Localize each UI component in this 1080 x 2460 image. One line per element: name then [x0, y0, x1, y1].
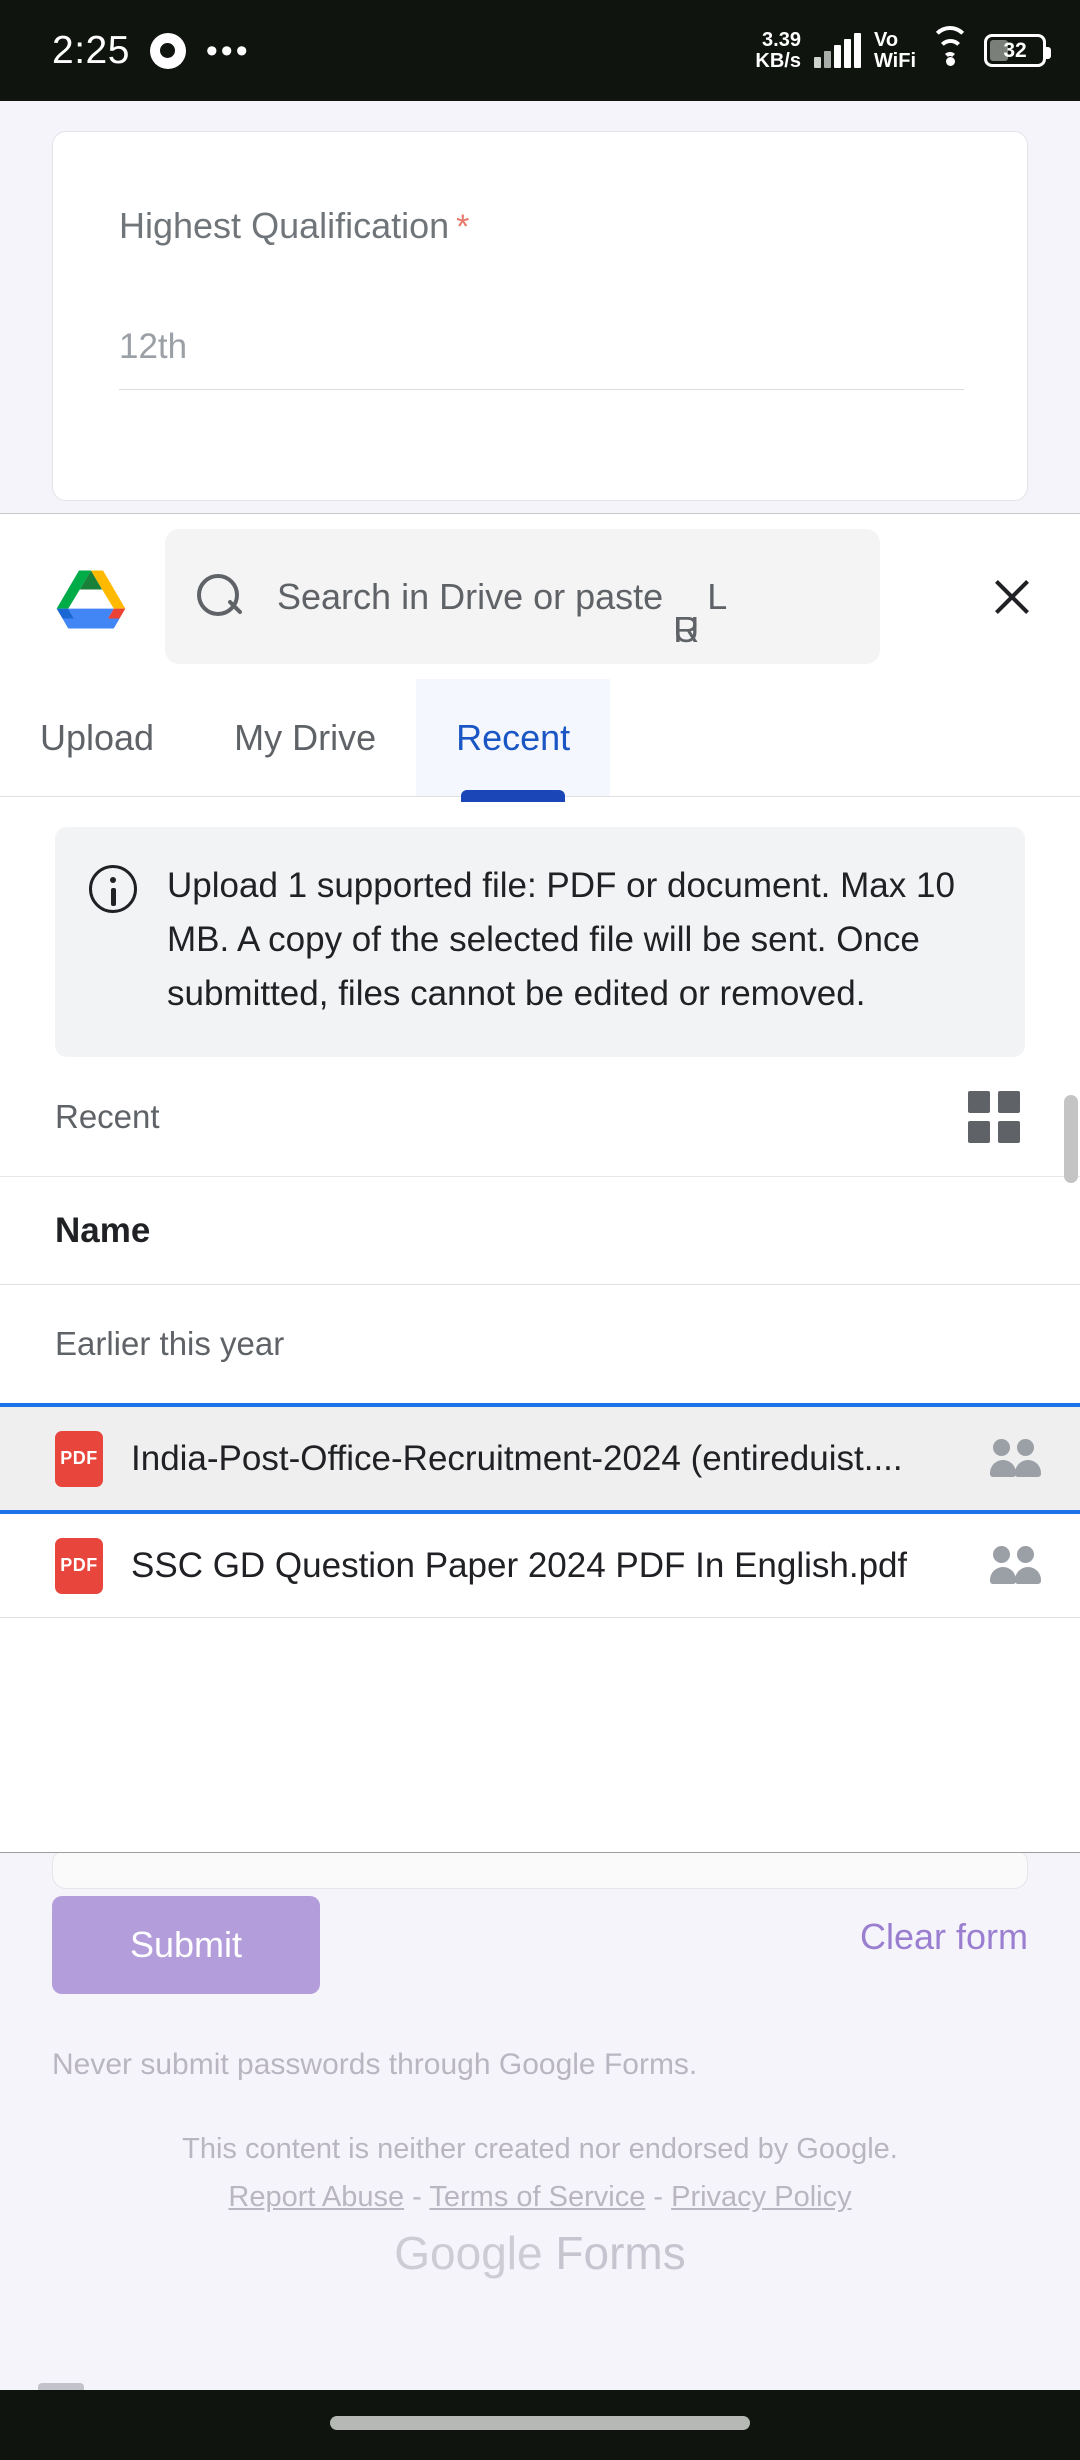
search-placeholder: Search in Drive or paste URL	[277, 575, 728, 650]
volte-wifi-icon: Vo WiFi	[873, 28, 916, 72]
network-speed-value: 3.39	[762, 28, 801, 51]
cellular-signal-icon	[813, 32, 861, 68]
tab-my-drive-label: My Drive	[234, 716, 377, 758]
required-asterisk: *	[456, 208, 470, 246]
file-name: India-Post-Office-Recruitment-2024 (enti…	[131, 1438, 903, 1478]
tab-upload[interactable]: Upload	[0, 679, 194, 796]
phone-screen: 2:25 ••• 3.39 KB/s Vo WiFi 32 Highest Qu…	[0, 0, 1080, 2460]
privacy-policy-link[interactable]: Privacy Policy	[671, 2181, 852, 2213]
picker-header: Search in Drive or paste URL	[0, 514, 1080, 679]
info-icon	[89, 865, 137, 913]
logo-google-text: Google	[394, 2227, 543, 2279]
upload-info-text: Upload 1 supported file: PDF or document…	[167, 866, 955, 1013]
column-header-name-label: Name	[55, 1210, 151, 1250]
file-row[interactable]: PDF SSC GD Question Paper 2024 PDF In En…	[0, 1514, 1080, 1617]
question-card: Highest Qualification * 12th	[52, 131, 1028, 501]
battery-icon: 32	[984, 34, 1051, 67]
pdf-icon: PDF	[55, 1430, 103, 1487]
grid-view-icon[interactable]	[968, 1090, 1020, 1143]
search-placeholder-glyph-b: R	[673, 608, 700, 650]
link-separator-1: -	[404, 2181, 430, 2213]
disclaimer-text: This content is neither created nor endo…	[182, 2133, 898, 2165]
status-bar-left: 2:25 •••	[52, 29, 251, 73]
list-divider	[0, 1617, 1080, 1618]
tab-upload-label: Upload	[40, 716, 155, 758]
shared-people-icon	[990, 1438, 1042, 1479]
file-name: SSC GD Question Paper 2024 PDF In Englis…	[131, 1545, 908, 1585]
password-warning: Never submit passwords through Google Fo…	[52, 2048, 698, 2081]
form-actions: Submit Clear form	[0, 1896, 1080, 1996]
shared-people-icon	[990, 1545, 1042, 1586]
chrome-icon	[149, 32, 186, 69]
network-speed-unit: KB/s	[755, 49, 801, 72]
status-bar-right: 3.39 KB/s Vo WiFi 32	[755, 25, 1051, 72]
footer-disclaimer: This content is neither created nor endo…	[0, 2125, 1080, 2221]
link-separator-2: -	[645, 2181, 672, 2213]
search-icon	[197, 573, 243, 620]
gesture-home-pill[interactable]	[330, 2416, 750, 2430]
tab-my-drive[interactable]: My Drive	[194, 679, 416, 796]
submit-button[interactable]: Submit	[52, 1896, 320, 1994]
search-placeholder-pre: Search in Drive or paste	[277, 575, 674, 617]
notification-overflow-icon: •••	[205, 31, 251, 70]
report-abuse-link[interactable]: Report Abuse	[228, 2181, 404, 2213]
search-placeholder-post: L	[707, 575, 728, 617]
file-group-label: Earlier this year	[55, 1325, 285, 1362]
search-input[interactable]: Search in Drive or paste URL	[165, 529, 880, 664]
question-title: Highest Qualification *	[119, 205, 469, 247]
clock: 2:25	[52, 28, 130, 72]
volte-line-2: WiFi	[873, 49, 916, 72]
wifi-icon	[929, 25, 971, 68]
picker-breadcrumb-bar: Recent	[0, 1057, 1080, 1177]
upload-info-banner: Upload 1 supported file: PDF or document…	[55, 827, 1025, 1057]
file-list-scrollbar[interactable]	[1064, 1095, 1078, 1183]
picker-tabs: Upload My Drive Recent	[0, 679, 1080, 802]
clear-form-button[interactable]: Clear form	[860, 1916, 1028, 1958]
tab-recent-label: Recent	[456, 716, 571, 758]
answer-input[interactable]: 12th	[119, 327, 964, 390]
close-icon[interactable]	[984, 569, 1040, 625]
battery-level: 32	[1003, 38, 1027, 62]
volte-line-1: Vo	[873, 28, 899, 51]
logo-forms-text: Forms	[542, 2227, 686, 2279]
file-list: Earlier this year PDF India-Post-Office-…	[0, 1095, 1080, 1618]
navigation-bar	[0, 2390, 1080, 2460]
drive-file-picker-dialog: Search in Drive or paste URL Upload My D…	[0, 513, 1080, 1853]
status-bar: 2:25 ••• 3.39 KB/s Vo WiFi 32	[0, 0, 1080, 101]
google-drive-logo	[55, 565, 127, 629]
question-card-partial	[52, 1849, 1028, 1889]
network-speed-indicator: 3.39 KB/s	[755, 28, 801, 72]
tab-recent[interactable]: Recent	[416, 679, 611, 802]
pdf-icon: PDF	[55, 1537, 103, 1594]
column-header-name[interactable]: Name	[0, 1177, 1080, 1285]
question-title-text: Highest Qualification	[119, 205, 450, 246]
terms-of-service-link[interactable]: Terms of Service	[429, 2181, 645, 2213]
google-forms-logo: Google Forms	[0, 2226, 1080, 2280]
breadcrumb: Recent	[55, 1097, 160, 1135]
file-row-selected[interactable]: PDF India-Post-Office-Recruitment-2024 (…	[0, 1403, 1080, 1514]
